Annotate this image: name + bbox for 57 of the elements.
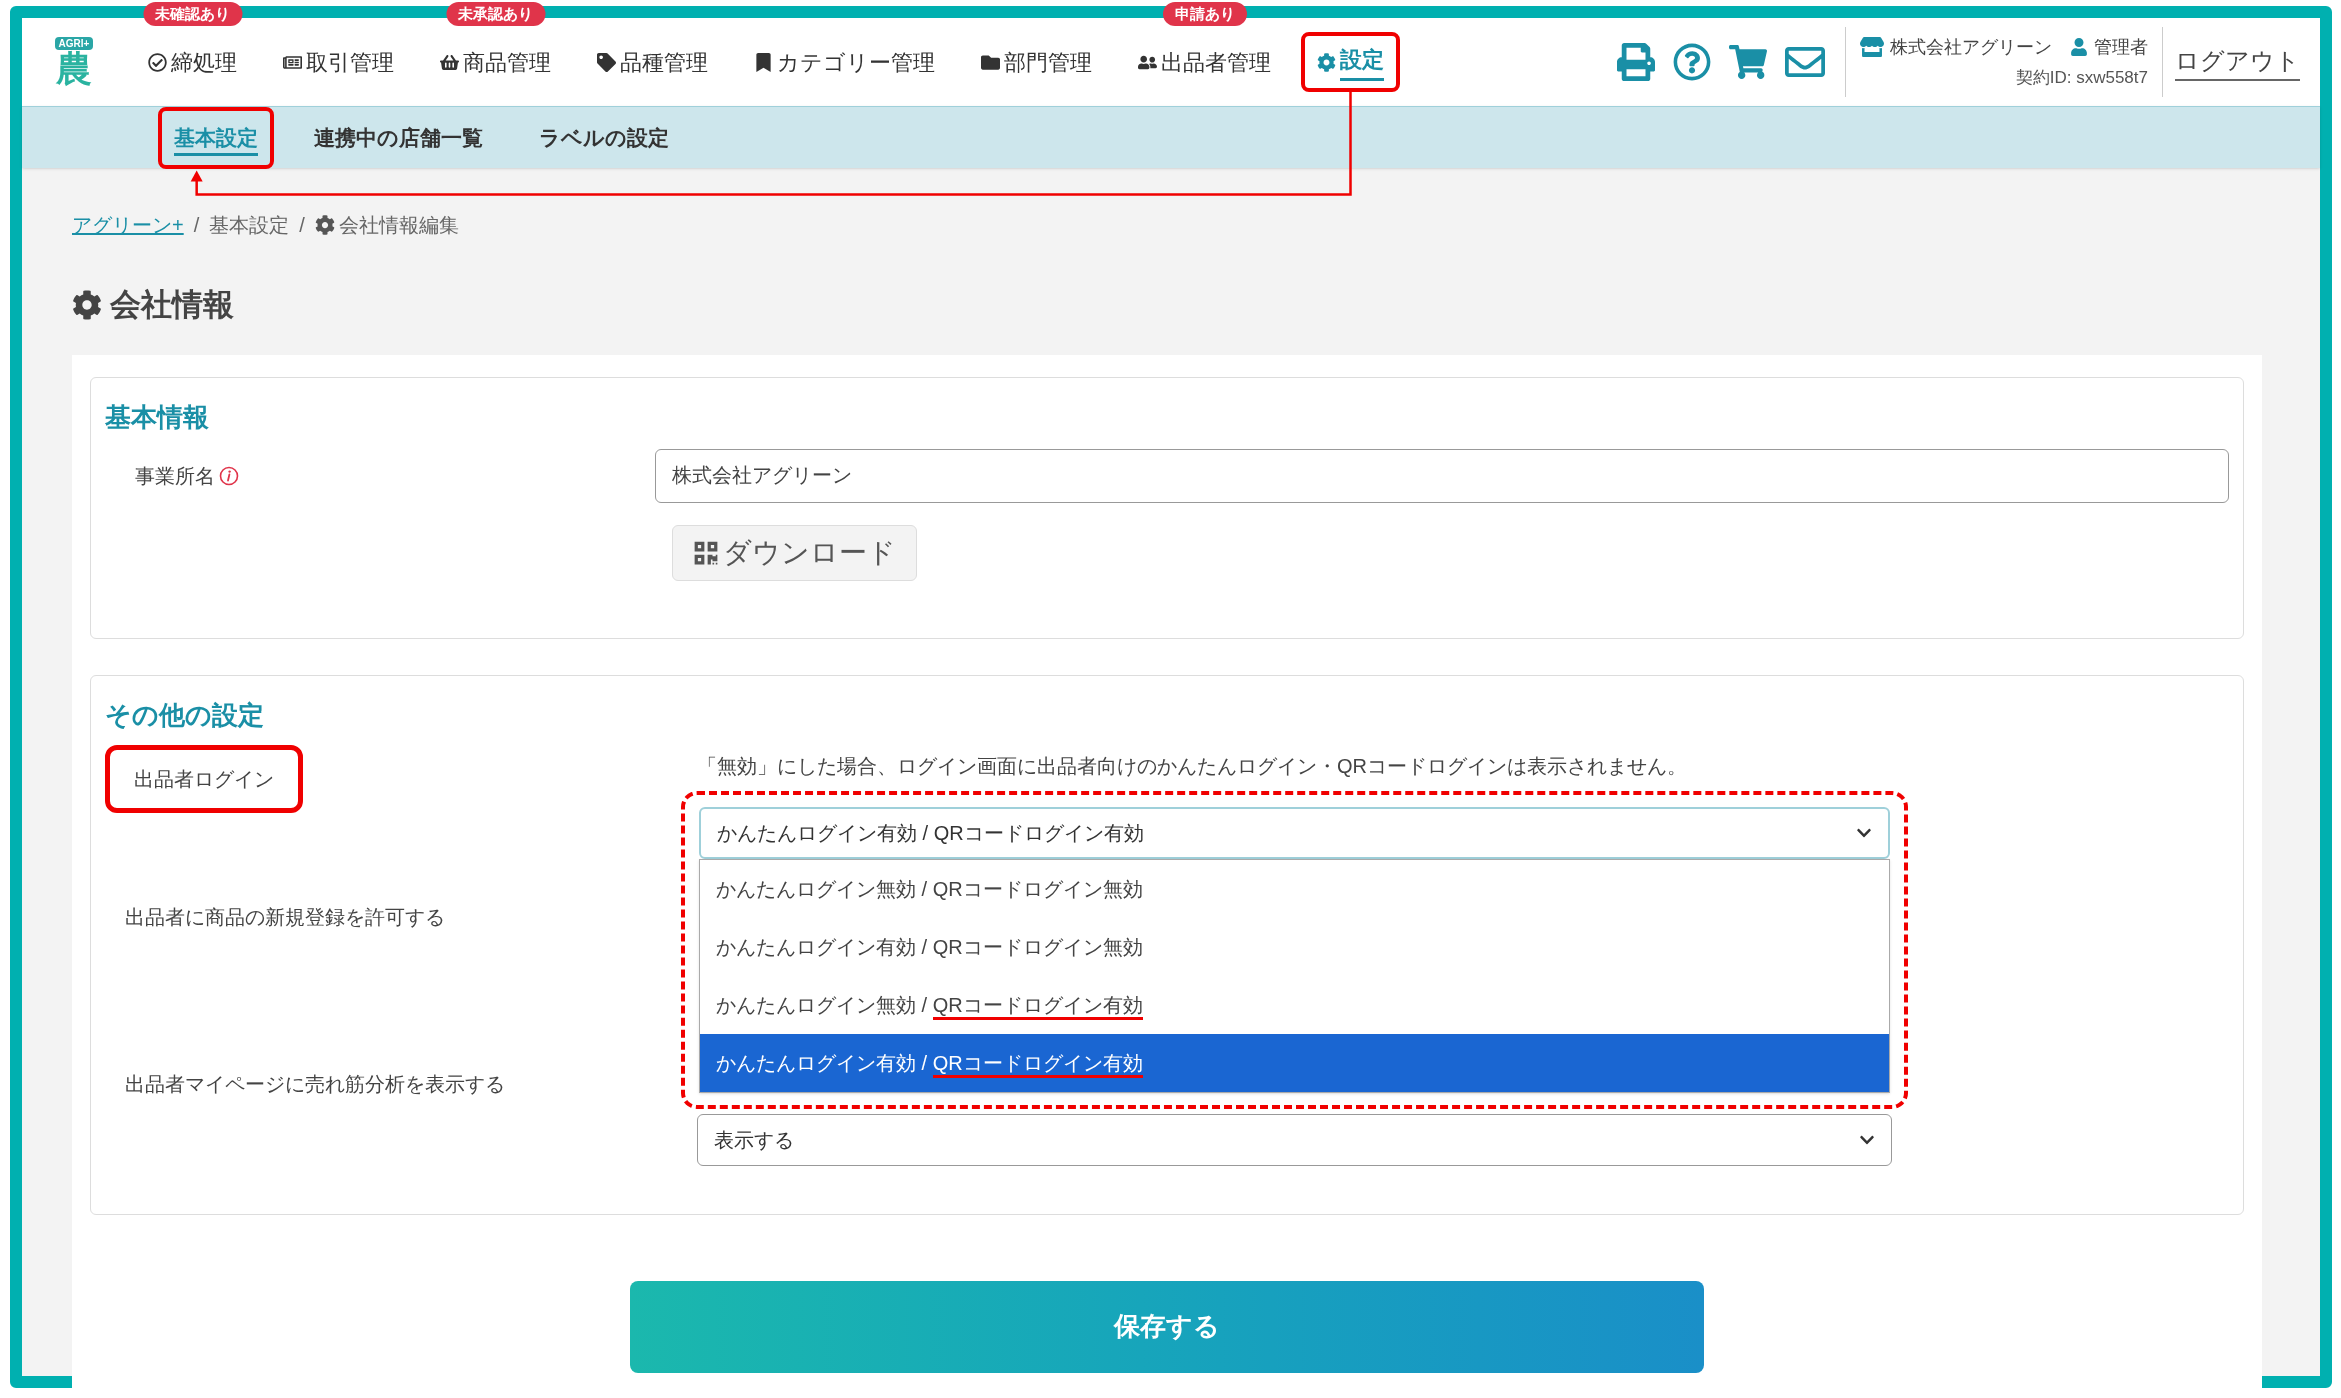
dropdown-option[interactable]: かんたんログイン有効 / QRコードログイン有効 [700,1033,1889,1092]
nav-tab[interactable]: 締処理 [132,32,253,92]
user-icon [2070,38,2088,57]
option-text: かんたんログイン有効 / QRコードログイン有効 [716,1047,1143,1078]
dropdown-option[interactable]: かんたんログイン無効 / QRコードログイン有効 [700,975,1889,1034]
breadcrumb-separator: / [193,213,200,238]
nav-tab[interactable]: 設定 [1301,32,1400,92]
settings-icon [314,215,335,235]
notice-badge: 申請あり [1162,2,1247,26]
office-name-input[interactable]: 株式会社アグリーン [655,448,2229,503]
nav-tab[interactable]: カテゴリー管理 [738,32,951,92]
tag-icon [597,52,616,72]
nav-tab[interactable]: 品種管理 [581,32,724,92]
user-role: 管理者 [2094,35,2148,59]
cart-icon[interactable] [1729,43,1767,81]
nav-tab[interactable]: 出品者管理 [1122,32,1287,92]
nav-tab[interactable]: 取引管理 [267,32,410,92]
nav-tab[interactable]: 部門管理 [965,32,1108,92]
dropdown-option[interactable]: かんたんログイン無効 / QRコードログイン無効 [700,859,1889,918]
analysis-select[interactable]: 表示する [697,1113,1892,1166]
nav-tab[interactable]: 商品管理 [424,32,567,92]
option-text: かんたんログイン無効 / QRコードログイン有効 [716,989,1143,1020]
download-button[interactable]: ダウンロード [672,524,917,581]
print-icon[interactable] [1617,43,1655,81]
option-text: かんたんログイン有効 / QRコードログイン無効 [716,934,1143,960]
setting-note: 「無効」にした場合、ログイン画面に出品者向けのかんたんログイン・QRコードログインは表示されません。 [697,753,1688,779]
breadcrumb-item: 基本設定 [209,213,290,238]
setting-label: 出品者に商品の新規登録を許可する [125,905,445,928]
info-icon [219,465,239,486]
app-logo: AGRI+ 農 [53,36,95,88]
setting-label: 出品者マイページに売れ筋分析を表示する [125,1072,505,1095]
notice-badge: 未承認あり [446,2,545,26]
breadcrumb-current: 会社情報編集 [338,213,459,238]
store-icon [1860,35,1884,60]
settings-icon [1317,52,1336,72]
bookmark-icon [754,52,773,72]
settings-icon [72,290,102,321]
sub-tab[interactable]: 連携中の店舗一覧 [298,106,499,169]
contract-id: 契約ID: sxw558t7 [2015,66,2148,89]
field-label: 事業所名 [135,463,215,489]
login-select[interactable]: かんたんログイン有効 / QRコードログイン有効 [699,806,1890,859]
sub-tab[interactable]: ラベルの設定 [523,106,685,169]
qr-code-icon [693,539,719,566]
section-title: その他の設定 [105,698,265,732]
breadcrumb-separator: / [299,213,305,238]
setting-label: 出品者ログイン [105,744,303,813]
company-name: 株式会社アグリーン [1890,35,2052,59]
option-text: かんたんログイン無効 / QRコードログイン無効 [716,876,1143,902]
page-title: 会社情報 [110,286,234,324]
dropdown-option[interactable]: かんたんログイン有効 / QRコードログイン無効 [700,917,1889,976]
notice-badge: 未確認あり [143,2,242,26]
logout-link[interactable]: ログアウト [2175,43,2300,81]
section-title: 基本情報 [105,400,210,434]
help-icon[interactable] [1673,43,1711,81]
basket-icon [440,52,459,72]
breadcrumb-link[interactable]: アグリーン+ [72,210,184,240]
folder-icon [981,52,1000,72]
